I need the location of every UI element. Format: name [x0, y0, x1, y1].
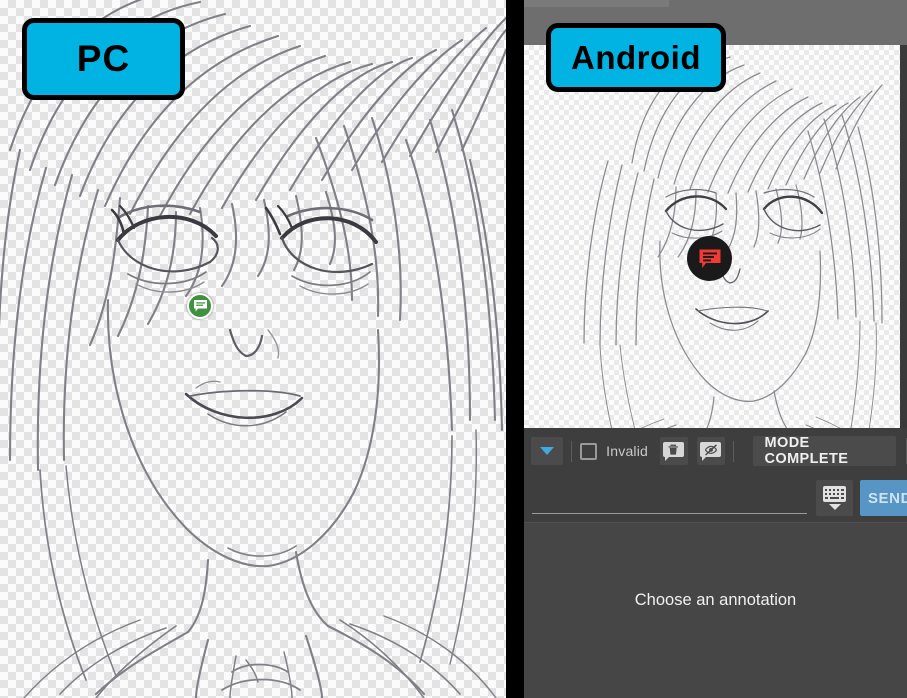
dropdown-button[interactable]: [531, 437, 564, 465]
pc-pane: PC: [0, 0, 506, 698]
comment-delete-icon: [663, 441, 685, 461]
toolbar-separator: [571, 440, 573, 462]
keyboard-icon: [823, 486, 846, 502]
hide-comment-button[interactable]: [696, 437, 725, 465]
send-button[interactable]: SEND: [860, 480, 907, 516]
keyboard-hide-button[interactable]: [816, 480, 853, 516]
toolbar-separator-2: [732, 440, 734, 462]
send-label: SEND: [867, 489, 907, 507]
message-input-row: SEND: [524, 474, 907, 523]
annotation-marker-green-icon[interactable]: [187, 293, 213, 319]
delete-comment-button[interactable]: [660, 437, 688, 465]
chevron-down-small-icon: [828, 504, 841, 510]
android-canvas[interactable]: [524, 45, 900, 428]
pane-divider: [506, 0, 524, 698]
android-canvas-right-edge: [900, 45, 907, 428]
screenshot-root: PC Invalid MODE COMPLETE SEND Choose an …: [0, 0, 907, 698]
android-header-strip: [524, 0, 669, 7]
mode-complete-button[interactable]: MODE COMPLETE: [752, 435, 897, 467]
annotation-marker-red-icon[interactable]: [687, 236, 732, 281]
pc-canvas-artwork[interactable]: [0, 0, 506, 698]
invalid-checkbox[interactable]: [580, 442, 598, 460]
chevron-down-icon: [540, 447, 555, 455]
android-pane-badge: Android: [546, 23, 726, 92]
invalid-checkbox-group[interactable]: Invalid: [580, 442, 649, 460]
annotation-toolbar: Invalid MODE COMPLETE: [524, 428, 907, 475]
android-badge-label: Android: [571, 38, 701, 76]
annotation-list-panel: Choose an annotation: [524, 523, 907, 698]
invalid-label: Invalid: [606, 443, 649, 459]
comment-hide-icon: [700, 441, 722, 461]
android-pane: Invalid MODE COMPLETE SEND Choose an ann…: [524, 0, 907, 698]
pc-badge-label: PC: [76, 38, 131, 79]
message-input[interactable]: [532, 482, 807, 514]
pc-pane-badge: PC: [22, 18, 185, 100]
choose-annotation-message: Choose an annotation: [634, 591, 797, 609]
mode-complete-label: MODE COMPLETE: [764, 435, 849, 467]
